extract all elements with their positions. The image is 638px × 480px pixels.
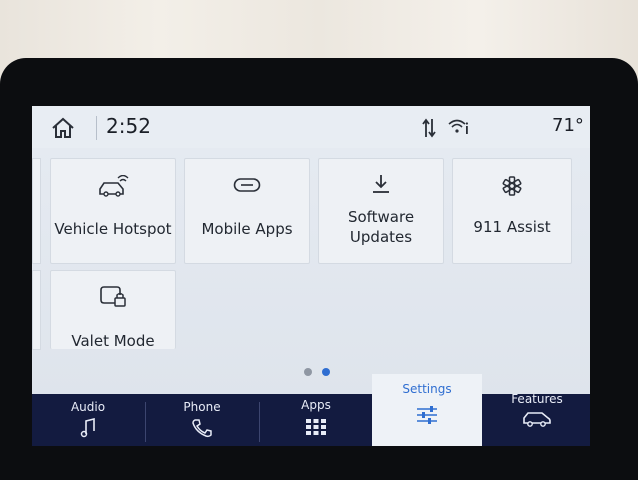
phone-icon xyxy=(192,419,212,438)
software-updates-tile[interactable]: Software Updates xyxy=(318,158,444,264)
suv-icon xyxy=(523,412,551,427)
valet-mode-tile[interactable]: Valet Mode xyxy=(50,270,176,350)
mobile-apps-label: Mobile Apps xyxy=(201,220,293,238)
emergency-star-icon xyxy=(502,176,522,196)
music-note-icon xyxy=(80,418,95,438)
nav-phone[interactable]: Phone xyxy=(146,394,258,446)
mobile-apps-tile[interactable]: Mobile Apps xyxy=(184,158,310,264)
status-bar: 2:52 71° xyxy=(32,106,590,148)
vehicle-hotspot-label: Vehicle Hotspot xyxy=(54,220,172,238)
outside-temperature: 71° xyxy=(552,115,584,136)
nav-features[interactable]: Features xyxy=(484,392,590,446)
valet-mode-label: Valet Mode xyxy=(71,332,155,350)
wifi-icon xyxy=(448,119,468,134)
status-divider xyxy=(96,116,97,140)
nav-apps-label: Apps xyxy=(301,398,331,412)
nav-features-label: Features xyxy=(511,392,563,406)
apps-grid-icon xyxy=(306,419,326,435)
sliders-icon xyxy=(417,406,437,424)
previous-page-tile-edge xyxy=(32,270,41,350)
car-lock-icon xyxy=(100,286,126,307)
nav-settings[interactable]: Settings xyxy=(372,374,482,446)
page-dot-2-active[interactable] xyxy=(322,368,330,376)
download-icon xyxy=(373,175,389,193)
nav-settings-label: Settings xyxy=(402,382,452,396)
nav-audio[interactable]: Audio xyxy=(32,394,144,446)
software-updates-label: Software Updates xyxy=(347,208,415,246)
car-wifi-icon xyxy=(99,175,129,197)
vehicle-hotspot-tile[interactable]: Vehicle Hotspot xyxy=(50,158,176,264)
nav-apps[interactable]: Apps xyxy=(260,394,372,446)
911-assist-tile[interactable]: 911 Assist xyxy=(452,158,572,264)
infotainment-screen: 2:52 71° Vehicle Hotspot Mobile Apps Sof… xyxy=(32,106,590,446)
nav-audio-label: Audio xyxy=(70,400,106,414)
clock: 2:52 xyxy=(106,114,151,138)
link-icon xyxy=(233,178,261,192)
bottom-navigation: Audio Phone Apps Features xyxy=(32,392,590,446)
data-sync-icon xyxy=(422,118,436,138)
home-icon[interactable] xyxy=(50,116,76,140)
nav-phone-label: Phone xyxy=(183,400,221,414)
911-assist-label: 911 Assist xyxy=(473,218,551,236)
previous-page-tile-edge xyxy=(32,158,41,264)
page-dot-1[interactable] xyxy=(304,368,312,376)
